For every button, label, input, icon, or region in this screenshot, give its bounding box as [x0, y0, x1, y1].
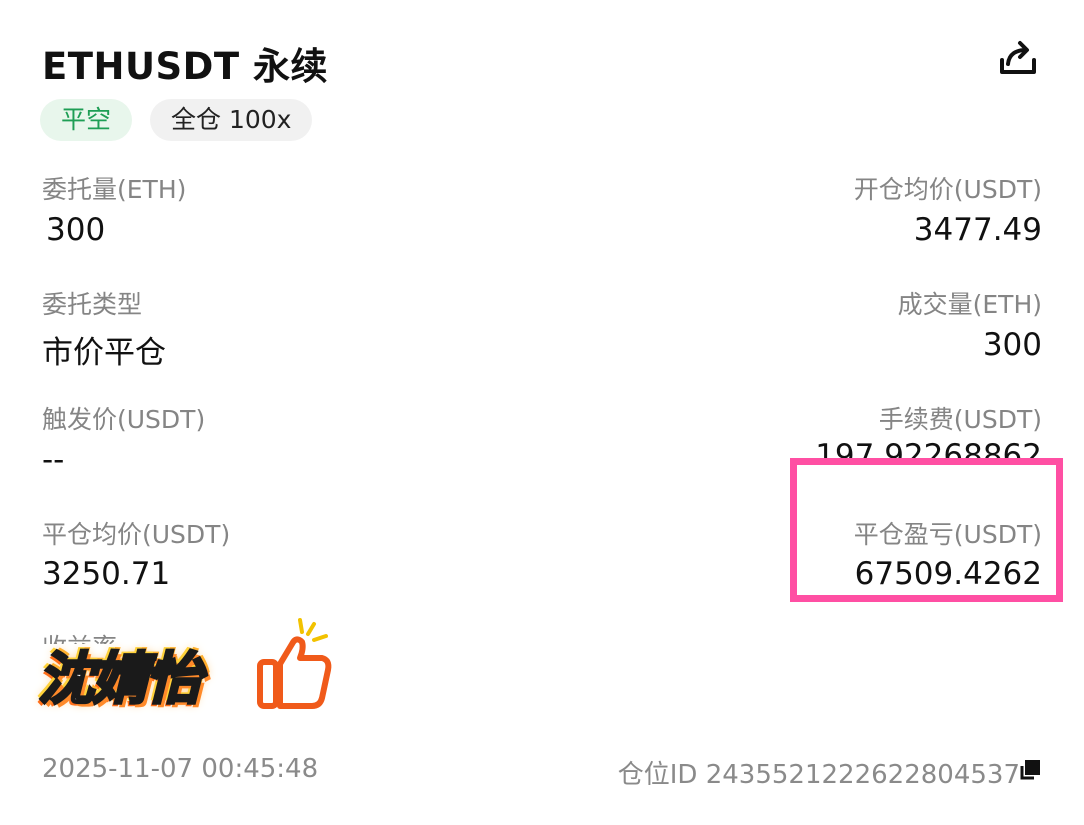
sticker-text: 沈婧怡 [37, 646, 204, 714]
position-id: 仓位ID 2435521222622804537 [617, 760, 1020, 790]
margin-mode-badge: 全仓 100x [150, 99, 313, 141]
order-type-value: 市价平仓 [42, 335, 166, 371]
open-avg-label: 开仓均价(USDT) [853, 175, 1042, 204]
share-icon [1000, 41, 1036, 74]
close-avg-value: 3250.71 [42, 556, 171, 592]
close-pnl-label: 平仓盈亏(USDT) [853, 520, 1042, 549]
order-time: 2025-11-07 00:45:48 [42, 754, 319, 784]
thumbs-up-icon [257, 618, 332, 709]
close-pnl-value: 67509.4262 [854, 556, 1042, 592]
filled-qty-value: 300 [982, 327, 1042, 363]
side-badge: 平空 [40, 99, 133, 141]
name-sticker: 沈婧怡 [34, 606, 334, 718]
share-button[interactable] [996, 36, 1040, 80]
trigger-price-value: -- [42, 442, 65, 478]
fee-label: 手续费(USDT) [878, 405, 1042, 434]
order-qty-label: 委托量(ETH) [42, 175, 187, 204]
page-title: ETHUSDT 永续 [42, 45, 329, 88]
filled-qty-label: 成交量(ETH) [897, 290, 1042, 319]
trigger-price-label: 触发价(USDT) [42, 405, 206, 434]
fee-value: 197.92268862 [815, 438, 1042, 462]
close-avg-label: 平仓均价(USDT) [42, 520, 231, 549]
fee-value-clip: 197.92268862 [815, 437, 1042, 462]
order-type-label: 委托类型 [42, 290, 143, 319]
order-qty-value: 300 [46, 212, 106, 248]
copy-icon[interactable] [1016, 758, 1042, 784]
open-avg-value: 3477.49 [913, 212, 1042, 248]
